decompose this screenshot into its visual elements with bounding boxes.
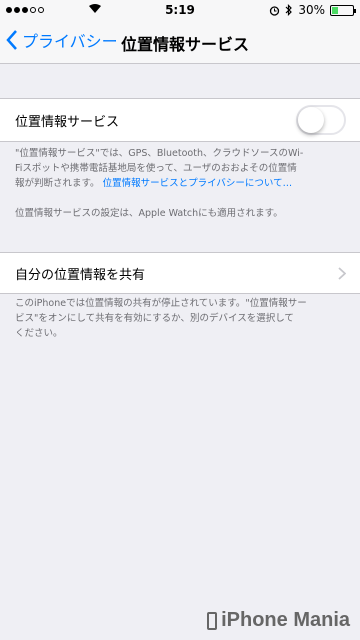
location-services-description: "位置情報サービス"では、GPS、Bluetooth、クラウドソースのWi- F…: [15, 148, 304, 189]
watermark: iPhone Mania: [207, 609, 350, 632]
chevron-right-icon: [338, 267, 346, 280]
battery-percent: 30%: [298, 3, 325, 17]
phone-icon: [207, 611, 218, 630]
location-services-row: 位置情報サービス: [0, 98, 360, 142]
alarm-icon: [270, 5, 280, 16]
location-services-label: 位置情報サービス: [15, 114, 120, 130]
apple-watch-note: 位置情報サービスの設定は、Apple Watchにも適用されます。: [15, 208, 283, 219]
bluetooth-icon: [285, 4, 293, 16]
share-location-description: このiPhoneでは位置情報の共有が停止されています。"位置情報サー ビス"をオ…: [15, 298, 307, 339]
privacy-link[interactable]: 位置情報サービスとプライバシーについて…: [103, 178, 293, 189]
battery-fill: [332, 6, 338, 14]
navigation-bar: プライバシー 位置情報サービス: [0, 22, 360, 64]
battery-icon: [330, 4, 356, 16]
share-location-label: 自分の位置情報を共有: [15, 267, 146, 283]
share-location-row[interactable]: 自分の位置情報を共有: [0, 252, 360, 294]
watermark-text: iPhone Mania: [221, 609, 350, 631]
location-services-toggle[interactable]: [296, 105, 346, 135]
status-bar: 5:19 30%: [0, 0, 360, 22]
toggle-knob: [298, 107, 324, 133]
page-title: 位置情報サービス: [120, 35, 249, 54]
